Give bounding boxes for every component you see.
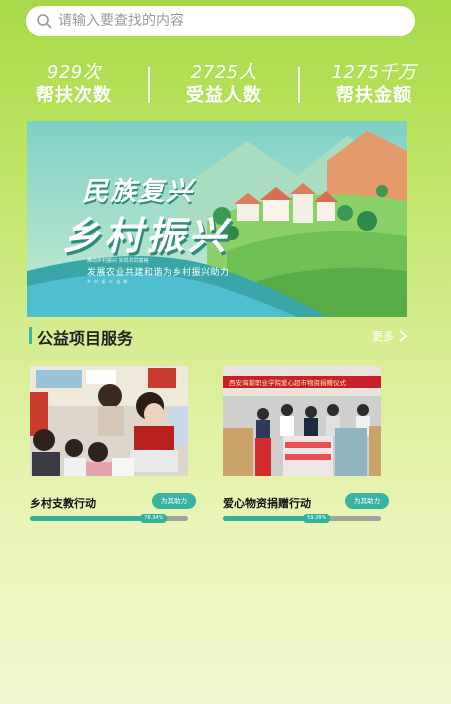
more-label: 更多 — [372, 330, 394, 343]
banner-title-line2: 乡村振兴 — [62, 214, 231, 258]
project-card[interactable]: 乡村支教行动 为其助力 78.34% — [30, 366, 196, 523]
stat-help-count: 929次 帮扶次数 — [0, 62, 148, 108]
section-accent-bar — [29, 327, 32, 344]
section-title: 公益项目服务 — [37, 329, 134, 348]
banner-subtitle: 发展农业共建和谐为乡村振兴助力 — [87, 268, 230, 278]
project-title: 爱心物资捐赠行动 — [223, 497, 311, 510]
section-header: 公益项目服务 更多 — [27, 322, 409, 350]
banner-small-text: 推动乡村振兴 实现共同富裕 — [87, 258, 149, 264]
project-card[interactable]: 西安海棠职业学院爱心超市物资捐赠仪式 爱心物资捐赠行动 为其助力 59.28% — [223, 366, 389, 523]
stat-label: 受益人数 — [186, 85, 262, 106]
stat-label: 帮扶金额 — [336, 85, 412, 106]
project-photo: 西安海棠职业学院爱心超市物资捐赠仪式 — [223, 366, 381, 476]
more-link[interactable]: 更多 — [372, 328, 409, 344]
promo-banner[interactable]: 民族复兴 乡村振兴 推动乡村振兴 实现共同富裕 发展农业共建和谐为乡村振兴助力 … — [27, 121, 407, 317]
progress-label: 78.34% — [140, 514, 168, 523]
project-progress-bar: 59.28% — [223, 514, 381, 523]
stat-divider — [148, 67, 150, 103]
banner-tagline: 乡 村 振 兴 战 略 — [87, 279, 129, 284]
project-card-info: 乡村支教行动 为其助力 — [30, 482, 196, 512]
photo-banner-text: 西安海棠职业学院爱心超市物资捐赠仪式 — [229, 378, 347, 387]
search-input[interactable] — [58, 13, 378, 29]
stat-value: 2725人 — [190, 62, 258, 83]
stat-value: 929次 — [46, 62, 102, 83]
help-button[interactable]: 为其助力 — [345, 493, 389, 509]
project-photo — [30, 366, 188, 476]
stat-label: 帮扶次数 — [36, 85, 112, 106]
project-card-info: 爱心物资捐赠行动 为其助力 — [223, 482, 389, 512]
banner-title-line1: 民族复兴 — [82, 177, 195, 207]
progress-label: 59.28% — [303, 514, 331, 523]
progress-fill — [30, 516, 154, 521]
stat-beneficiaries: 2725人 受益人数 — [150, 62, 298, 108]
search-bar[interactable] — [26, 6, 415, 36]
stats-row: 929次 帮扶次数 2725人 受益人数 1275千万 帮扶金额 — [0, 58, 451, 112]
help-button[interactable]: 为其助力 — [152, 493, 196, 509]
search-icon — [37, 14, 52, 29]
stat-divider — [298, 67, 300, 103]
project-progress-bar: 78.34% — [30, 514, 188, 523]
chevron-right-icon — [399, 330, 408, 342]
stat-value: 1275千万 — [331, 62, 417, 83]
project-title: 乡村支教行动 — [30, 497, 96, 510]
stat-amount: 1275千万 帮扶金额 — [300, 62, 448, 108]
